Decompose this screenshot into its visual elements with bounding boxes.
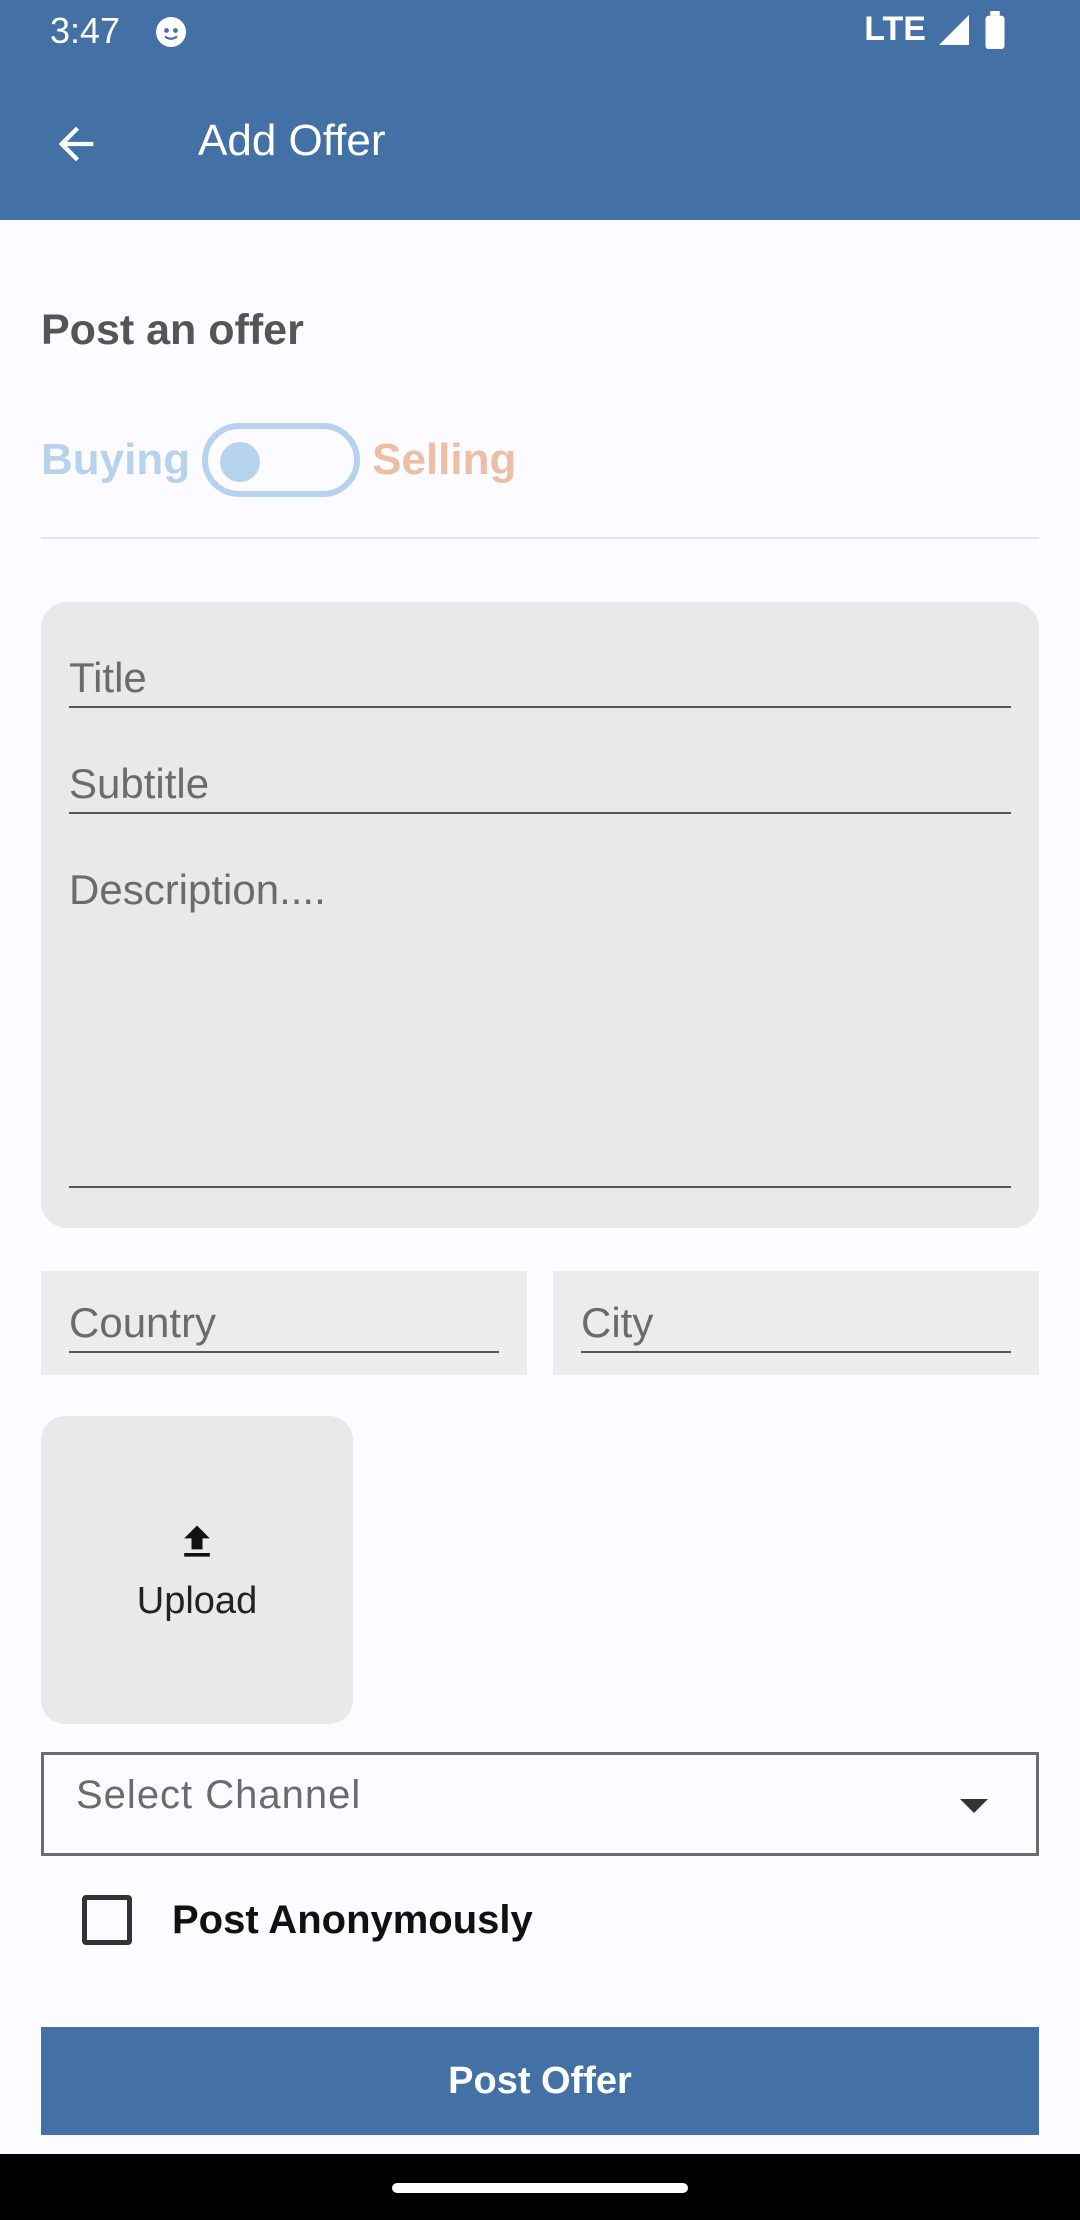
anonymous-option: Post Anonymously <box>82 1895 533 1945</box>
anonymous-checkbox[interactable] <box>82 1895 132 1945</box>
country-field[interactable]: Country <box>41 1271 527 1375</box>
upload-label: Upload <box>136 1579 258 1622</box>
section-title: Post an offer <box>41 306 304 354</box>
network-type: LTE <box>864 10 926 48</box>
switch-knob <box>220 442 261 482</box>
offer-details-card: Title Subtitle Description.... <box>41 602 1039 1228</box>
divider <box>41 537 1039 539</box>
anonymous-label: Post Anonymously <box>172 1897 533 1942</box>
city-input[interactable]: City <box>581 1299 1011 1353</box>
page-title: Add Offer <box>198 116 386 165</box>
app-bar: Add Offer <box>0 64 1080 220</box>
selling-label: Selling <box>372 435 517 484</box>
system-nav-bar <box>0 2154 1080 2220</box>
offer-type-toggle: Buying Selling <box>41 418 516 502</box>
upload-icon <box>184 1525 210 1557</box>
status-bar: 3:47 LTE <box>0 0 1080 64</box>
city-field[interactable]: City <box>553 1271 1039 1375</box>
battery-icon <box>985 10 1005 49</box>
title-input[interactable]: Title <box>69 654 1011 708</box>
buy-sell-switch[interactable] <box>202 423 361 497</box>
signal-icon <box>939 14 969 45</box>
buying-label: Buying <box>41 435 191 484</box>
back-button[interactable] <box>40 108 112 180</box>
home-handle[interactable] <box>392 2183 688 2193</box>
description-input[interactable]: Description.... <box>69 866 1011 1188</box>
arrow-back-icon <box>58 126 94 162</box>
country-input[interactable]: Country <box>69 1299 499 1353</box>
dropdown-caret-icon <box>960 1799 988 1813</box>
post-offer-button[interactable]: Post Offer <box>41 2027 1039 2135</box>
status-time: 3:47 <box>50 10 121 51</box>
channel-select-placeholder: Select Channel <box>76 1773 362 1817</box>
subtitle-input[interactable]: Subtitle <box>69 760 1011 814</box>
upload-button[interactable]: Upload <box>41 1416 353 1724</box>
channel-select[interactable]: Select Channel <box>41 1752 1039 1856</box>
notification-icon <box>156 17 186 47</box>
